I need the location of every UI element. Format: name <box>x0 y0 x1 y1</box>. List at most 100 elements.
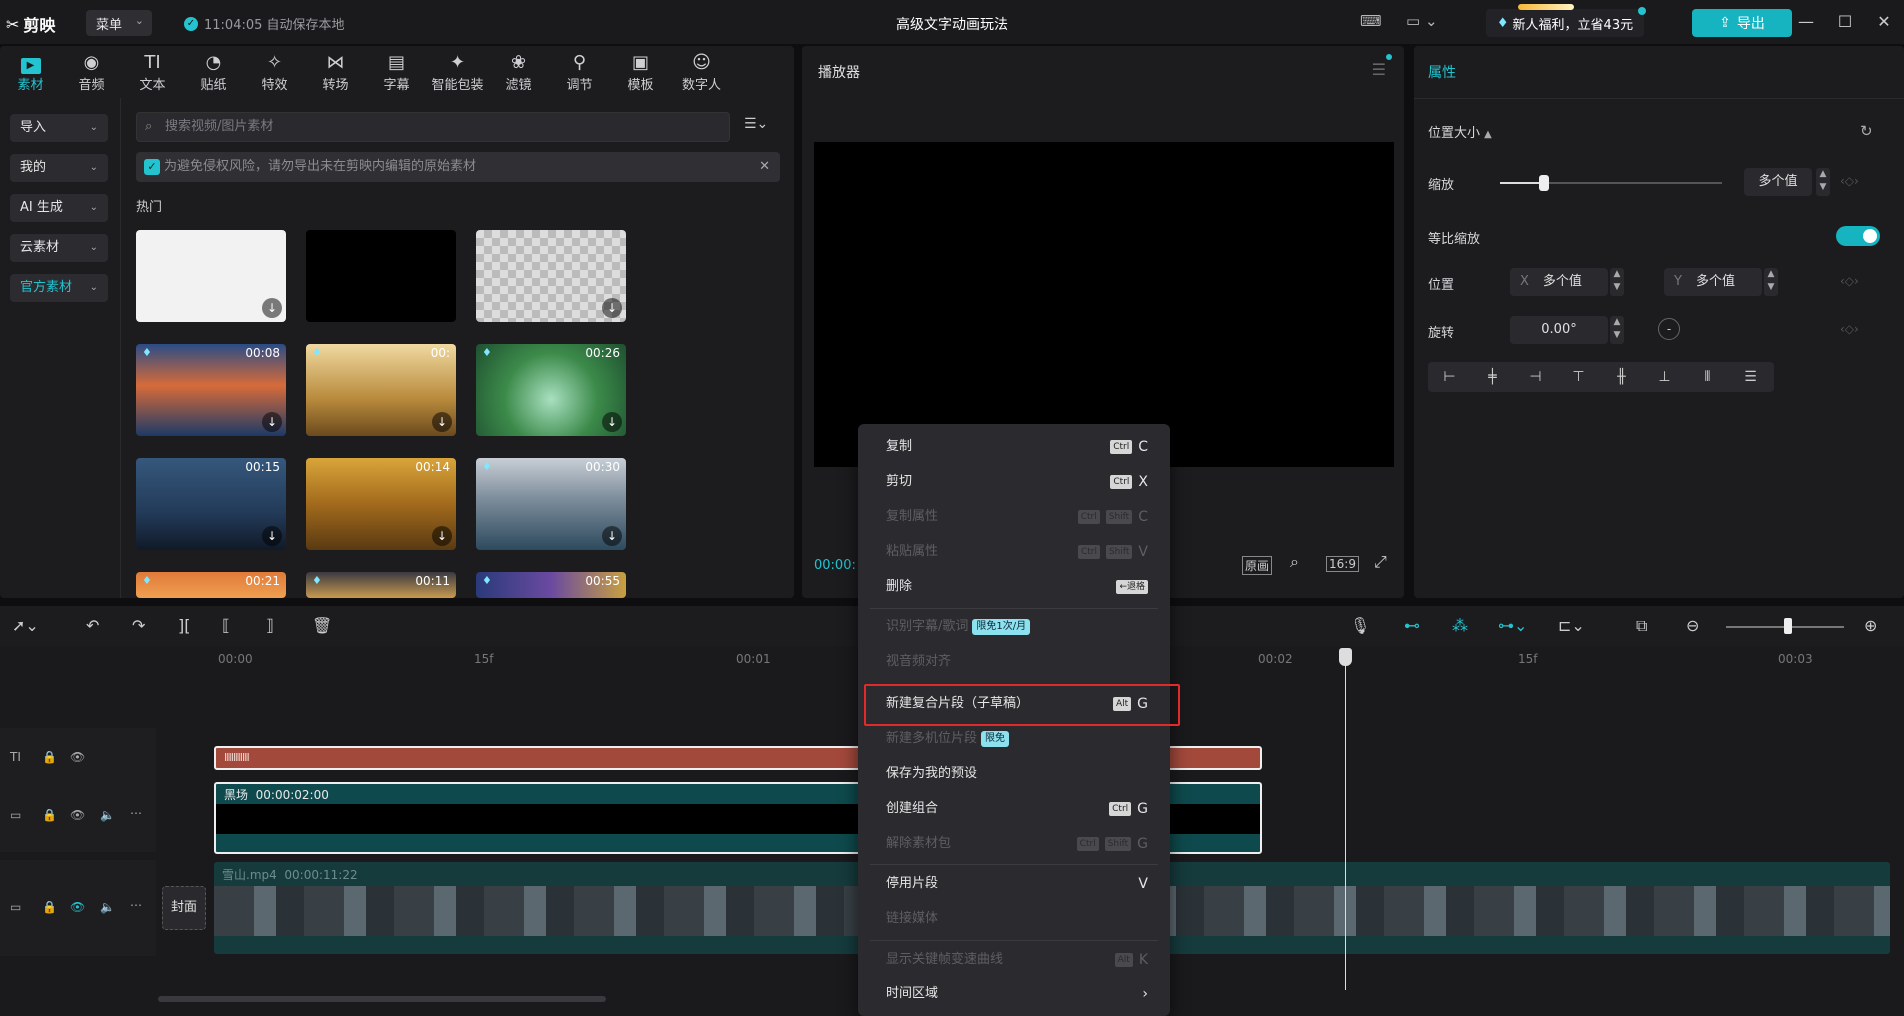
media-thumbnail[interactable]: ♦ 00: ↓ <box>306 344 456 436</box>
preview-canvas[interactable] <box>814 142 1394 467</box>
media-thumbnail[interactable]: ♦ 00:11 <box>306 572 456 598</box>
zoom-slider-handle[interactable] <box>1784 618 1792 634</box>
menu-item-cut[interactable]: 剪切 Ctrl X <box>858 465 1170 499</box>
menu-item-save-preset[interactable]: 保存为我的预设 <box>858 757 1170 791</box>
more-icon[interactable]: ⋯ <box>130 898 142 912</box>
rotate-stepper[interactable]: ▲ ▼ <box>1610 316 1624 344</box>
fullscreen-icon[interactable]: ⤢ <box>1374 552 1387 572</box>
redo-icon[interactable]: ↷ <box>132 616 145 635</box>
main-menu-button[interactable]: 菜单 ⌄ <box>86 10 152 36</box>
align-center-h-icon[interactable]: ╪ <box>1471 369 1514 385</box>
delete-icon[interactable]: 🗑 <box>312 616 332 635</box>
scale-value-field[interactable]: 多个值 <box>1744 168 1812 196</box>
media-thumbnail[interactable]: ↓ <box>476 230 626 322</box>
playhead-handle[interactable] <box>1339 648 1352 666</box>
scale-slider-handle[interactable] <box>1539 175 1549 191</box>
menu-item-disable-clip[interactable]: 停用片段 V <box>858 867 1170 901</box>
sidebar-item-official[interactable]: 官方素材 ⌄ <box>10 274 108 302</box>
eye-icon[interactable]: 👁 <box>70 808 85 822</box>
tab-caption[interactable]: ▤ 字幕 <box>366 46 427 98</box>
download-icon[interactable]: ↓ <box>602 298 622 318</box>
preview-axis-icon[interactable]: ⊏⌄ <box>1558 616 1585 635</box>
zoom-in-icon[interactable]: ⊕ <box>1864 616 1877 635</box>
eye-icon[interactable]: 👁 <box>70 900 85 914</box>
rotate-value-field[interactable]: 0.00° <box>1510 316 1608 344</box>
uniform-scale-toggle[interactable] <box>1836 226 1880 246</box>
filter-sort-icon[interactable]: ☰⌄ <box>744 116 768 132</box>
position-x-stepper[interactable]: ▲ ▼ <box>1610 268 1624 296</box>
tab-audio[interactable]: ◉ 音频 <box>61 46 122 98</box>
keyframe-icon[interactable]: ‹◇› <box>1840 322 1859 336</box>
media-thumbnail[interactable] <box>306 230 456 322</box>
section-header[interactable]: 位置大小 ▲ <box>1428 122 1492 141</box>
fit-view-icon[interactable]: ⌕ <box>1290 552 1299 572</box>
distribute-h-icon[interactable]: ⫴ <box>1686 369 1729 385</box>
tab-media[interactable]: ▶ 素材 <box>0 46 61 98</box>
media-thumbnail[interactable]: ♦ 00:30 ↓ <box>476 458 626 550</box>
split-left-icon[interactable]: ⟦ <box>222 616 230 635</box>
sidebar-item-import[interactable]: 导入 ⌄ <box>10 114 108 142</box>
sidebar-item-ai[interactable]: AI 生成 ⌄ <box>10 194 108 222</box>
distribute-v-icon[interactable]: ☰ <box>1729 369 1772 385</box>
align-center-v-icon[interactable]: ╫ <box>1600 369 1643 385</box>
media-thumbnail[interactable]: ♦ 00:21 <box>136 572 286 598</box>
fit-timeline-icon[interactable]: ⧉ <box>1636 616 1647 636</box>
keyboard-shortcut-icon[interactable]: ⌨ <box>1360 12 1382 30</box>
zoom-out-icon[interactable]: ⊖ <box>1686 616 1699 635</box>
tab-filter[interactable]: ❀ 滤镜 <box>488 46 549 98</box>
lock-icon[interactable]: 🔒 <box>42 900 57 914</box>
download-icon[interactable]: ↓ <box>602 526 622 546</box>
menu-item-create-group[interactable]: 创建组合 Ctrl G <box>858 792 1170 826</box>
original-quality-button[interactable]: 原画 <box>1242 556 1273 575</box>
align-bottom-icon[interactable]: ⊥ <box>1643 369 1686 385</box>
main-track-magnet-icon[interactable]: ⊷ <box>1404 616 1420 635</box>
media-thumbnail[interactable]: ↓ <box>136 230 286 322</box>
volume-icon[interactable]: 🔈 <box>100 900 115 914</box>
tab-text[interactable]: TI 文本 <box>122 46 183 98</box>
scale-stepper[interactable]: ▲ ▼ <box>1816 168 1830 196</box>
media-thumbnail[interactable]: 00:14 ↓ <box>306 458 456 550</box>
tab-template[interactable]: ▣ 模板 <box>610 46 671 98</box>
lock-icon[interactable]: 🔒 <box>42 750 57 764</box>
menu-item-time-region[interactable]: 时间区域 › <box>858 977 1170 1011</box>
layout-icon[interactable]: ▭ ⌄ <box>1406 12 1438 30</box>
menu-item-copy[interactable]: 复制 Ctrl C <box>858 430 1170 464</box>
download-icon[interactable]: ↓ <box>262 298 282 318</box>
align-right-icon[interactable]: ⊣ <box>1514 369 1557 385</box>
download-icon[interactable]: ↓ <box>262 412 282 432</box>
linkage-icon[interactable]: ⊶⌄ <box>1498 616 1527 635</box>
close-icon[interactable]: ✕ <box>1872 10 1896 34</box>
position-x-field[interactable]: X 多个值 <box>1510 268 1608 296</box>
auto-snap-icon[interactable]: ⁂ <box>1452 616 1468 635</box>
close-icon[interactable]: ✕ <box>759 152 770 182</box>
volume-icon[interactable]: 🔈 <box>100 808 115 822</box>
aspect-ratio-button[interactable]: 16:9 <box>1326 556 1359 572</box>
menu-item-delete[interactable]: 删除 ←退格 <box>858 570 1170 604</box>
playhead-line[interactable] <box>1345 652 1346 990</box>
tab-effects[interactable]: ✧ 特效 <box>244 46 305 98</box>
cover-button[interactable]: 封面 <box>162 886 206 930</box>
download-icon[interactable]: ↓ <box>432 526 452 546</box>
export-button[interactable]: ⇪ 导出 <box>1692 9 1792 37</box>
rotate-dial-icon[interactable]: - <box>1658 318 1680 340</box>
tab-adjust[interactable]: ⚲ 调节 <box>549 46 610 98</box>
media-thumbnail[interactable]: ♦ 00:26 ↓ <box>476 344 626 436</box>
horizontal-scrollbar[interactable] <box>158 996 606 1002</box>
keyframe-icon[interactable]: ‹◇› <box>1840 274 1859 288</box>
search-input[interactable]: ⌕ 搜索视频/图片素材 <box>136 112 730 142</box>
tab-transition[interactable]: ⋈ 转场 <box>305 46 366 98</box>
tab-avatar[interactable]: ☺ 数字人 <box>671 46 732 98</box>
undo-icon[interactable]: ↶ <box>86 616 99 635</box>
reset-icon[interactable]: ↻ <box>1860 122 1873 140</box>
menu-icon[interactable]: ☰ <box>1372 60 1386 79</box>
eye-icon[interactable]: 👁 <box>70 750 85 764</box>
minimize-icon[interactable]: — <box>1794 10 1818 34</box>
keyframe-icon[interactable]: ‹◇› <box>1840 174 1859 188</box>
sidebar-item-mine[interactable]: 我的 ⌄ <box>10 154 108 182</box>
media-thumbnail[interactable]: ♦ 00:08 ↓ <box>136 344 286 436</box>
position-y-field[interactable]: Y 多个值 <box>1664 268 1762 296</box>
microphone-icon[interactable]: 🎙 <box>1350 616 1370 635</box>
promo-button[interactable]: ♦ 新人福利，立省43元 <box>1486 4 1646 37</box>
maximize-icon[interactable]: ☐ <box>1833 10 1857 34</box>
select-cursor-icon[interactable]: ➚⌄ <box>12 616 39 635</box>
